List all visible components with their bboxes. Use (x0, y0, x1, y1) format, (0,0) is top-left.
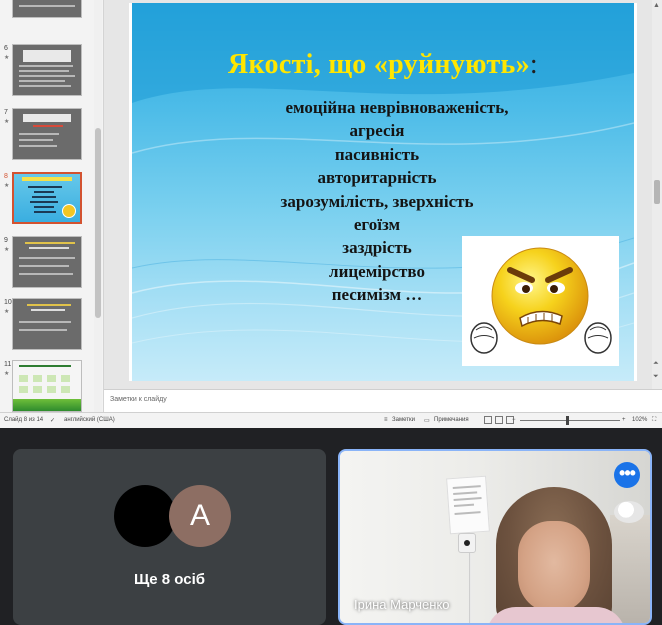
others-count-label: Ще 8 осіб (133, 571, 206, 588)
slide-thumbnail[interactable] (12, 44, 82, 96)
bullet-item: агресія (349, 121, 405, 141)
wall-notice (446, 475, 490, 535)
slide-thumbnail[interactable] (12, 0, 82, 18)
slide-title-colon: : (529, 49, 539, 80)
zoom-slider[interactable] (520, 420, 620, 421)
thumbnail-number: 9 (4, 237, 8, 244)
cable (469, 553, 471, 623)
slide-thumbnail-pane[interactable]: 6 ★ 7 ★ 8 ★ 9 ★ 10 ★ 11 ★ (0, 0, 104, 412)
avatar: A (169, 485, 231, 547)
video-call-grid: A Ще 8 осіб Ірина Марченко ••• (0, 428, 662, 625)
animation-star-icon: ★ (4, 247, 10, 253)
slide-thumbnail[interactable] (12, 236, 82, 288)
scroll-up-icon[interactable]: ▲ (653, 2, 660, 9)
animation-star-icon: ★ (4, 55, 10, 61)
slide-counter: Слайд 8 из 14 (4, 417, 44, 423)
slide-thumbnail[interactable] (12, 298, 82, 350)
current-slide[interactable]: Якості, що «руйнують»: емоційна неврівно… (129, 3, 637, 381)
animation-star-icon: ★ (4, 309, 10, 315)
thumbnail-scrollbar[interactable] (94, 0, 102, 412)
zoom-level[interactable]: 102% (632, 417, 647, 423)
language-indicator[interactable]: английский (США) (64, 417, 115, 423)
slide-thumbnail-selected[interactable] (12, 172, 82, 224)
thumbnail-number: 8 (4, 173, 8, 180)
scrollbar-thumb[interactable] (654, 180, 660, 204)
slide-background: Якості, що «руйнують»: емоційна неврівно… (132, 3, 634, 381)
animation-star-icon: ★ (4, 183, 10, 189)
thumbnail-number: 6 (4, 45, 8, 52)
comments-icon[interactable]: ▭ (424, 417, 430, 424)
slide-thumbnail[interactable] (12, 360, 82, 412)
thumbnail-number: 7 (4, 109, 8, 116)
zoom-out-icon[interactable]: − (512, 417, 516, 423)
zoom-in-icon[interactable]: + (622, 417, 626, 423)
bullet-item: емоційна неврівноваженість, (285, 98, 509, 117)
wall-socket (458, 533, 476, 553)
thumbnail-number: 11 (4, 361, 12, 368)
avatar (114, 485, 176, 547)
fit-to-window-icon[interactable]: ⛶ (652, 417, 656, 424)
zoom-slider-thumb[interactable] (566, 416, 569, 425)
participant-person (486, 487, 626, 623)
thumbnail-number: 10 (4, 299, 12, 306)
slide-sorter-button[interactable] (495, 416, 503, 424)
bullet-item: авторитарність (317, 168, 437, 188)
more-options-button[interactable]: ••• (614, 462, 640, 488)
notes-icon[interactable]: ≡ (384, 417, 388, 423)
animation-star-icon: ★ (4, 119, 10, 125)
slide-editing-area: Якості, що «руйнують»: емоційна неврівно… (104, 0, 662, 412)
animation-star-icon: ★ (4, 371, 10, 377)
angry-emoji-image[interactable] (462, 236, 619, 366)
others-tile[interactable]: A Ще 8 осіб (13, 449, 326, 625)
slide-title-text: Якості, що «руйнують» (227, 49, 530, 80)
participant-video-tile[interactable]: Ірина Марченко ••• (338, 449, 652, 625)
status-bar: Слайд 8 из 14 ✓ английский (США) ≡ Замет… (0, 412, 662, 428)
bullet-item: пасивність (334, 144, 420, 164)
previous-slide-icon[interactable]: ⏶ (653, 360, 659, 368)
slide-title[interactable]: Якості, що «руйнують»: (132, 49, 634, 81)
notes-placeholder: Заметки к слайду (110, 396, 167, 403)
next-slide-icon[interactable]: ⏷ (653, 373, 659, 381)
bullet-item: егоїзм (353, 214, 401, 234)
participant-name: Ірина Марченко (354, 597, 450, 612)
normal-view-button[interactable] (484, 416, 492, 424)
comments-button[interactable]: Примечания (434, 417, 469, 423)
bullet-item: зарозумілість, зверхність (280, 191, 474, 211)
spellcheck-icon[interactable]: ✓ (50, 417, 55, 424)
slide-vertical-scrollbar[interactable]: ▲ ⏶ ⏷ (652, 0, 662, 389)
slide-thumbnail[interactable] (12, 108, 82, 160)
notes-button[interactable]: Заметки (392, 417, 415, 423)
notes-pane[interactable]: Заметки к слайду (104, 389, 662, 412)
thumbnail-scrollbar-thumb[interactable] (95, 128, 101, 318)
angry-emoji-icon (470, 247, 612, 354)
presentation-window: 6 ★ 7 ★ 8 ★ 9 ★ 10 ★ 11 ★ Якості, що «ру… (0, 0, 662, 428)
